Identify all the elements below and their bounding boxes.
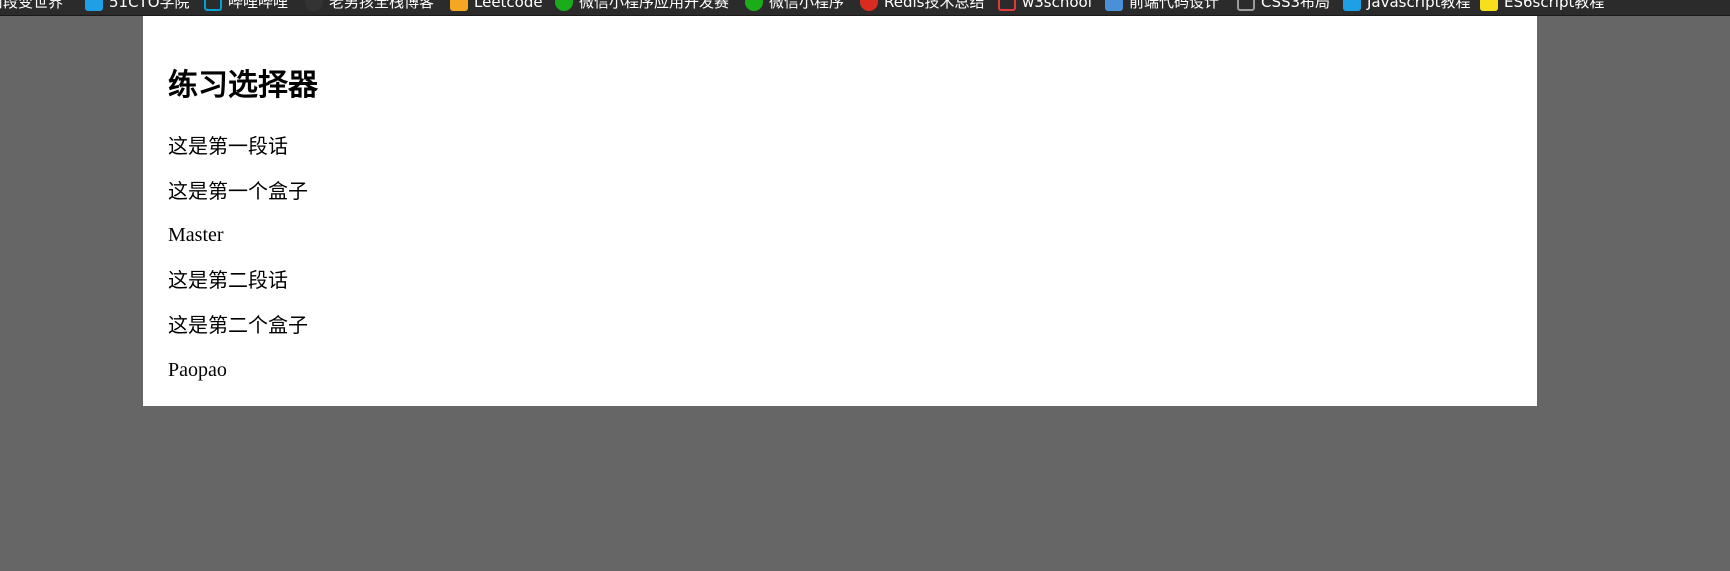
bookmark-redis[interactable]: Redis技术总结	[860, 0, 984, 13]
bookmark-w3school[interactable]: w3school	[998, 0, 1092, 13]
wechat-icon	[745, 0, 763, 11]
redis-icon	[860, 0, 878, 11]
bilibili-icon	[204, 0, 222, 11]
bookmark-label: 前段变世界	[0, 0, 64, 11]
bookmark-label: Leetcode	[474, 0, 543, 11]
bookmark-label: 哔哩哔哩	[228, 0, 289, 11]
paragraph-second: 这是第二段话	[168, 268, 288, 292]
bookmark-label: Javascript教程	[1367, 0, 1471, 11]
bookmark-label: w3school	[1022, 0, 1092, 11]
paragraph-first: 这是第一段话	[168, 134, 288, 158]
bookmark-label: Redis技术总结	[884, 0, 985, 11]
bookmark-wechat-contest[interactable]: 微信小程序应用开发赛	[555, 0, 729, 13]
51cto-icon	[85, 0, 103, 11]
bookmark-javascript-tutorial[interactable]: Javascript教程	[1343, 0, 1470, 13]
bookmark-es6-tutorial[interactable]: ES6script教程	[1480, 0, 1604, 13]
bookmark-wechat-miniprogram[interactable]: 微信小程序	[745, 0, 844, 13]
name-text-paopao: Paopao	[168, 359, 227, 381]
name-text-master: Master	[168, 224, 224, 246]
bookmark-label: ES6script教程	[1504, 0, 1605, 11]
bookmark-51cto[interactable]: 51CTO学院	[85, 0, 190, 13]
w3school-icon	[998, 0, 1016, 11]
box-first: 这是第一个盒子	[168, 179, 308, 203]
bookmark-css3-layout[interactable]: CSS3布局	[1237, 0, 1330, 13]
bookmark-leetcode[interactable]: Leetcode	[450, 0, 543, 13]
bookmark-frontend-design[interactable]: 前端代码设计	[1105, 0, 1219, 13]
bookmark-label: 老男孩全栈博客	[329, 0, 435, 11]
bookmark-laonanhai[interactable]: 老男孩全栈博客	[305, 0, 434, 13]
folder-icon	[1237, 0, 1255, 11]
design-icon	[1105, 0, 1123, 11]
es6-icon	[1480, 0, 1498, 11]
bookmark-label: 前端代码设计	[1129, 0, 1220, 11]
bookmarks-bar: 前段变世界 51CTO学院 哔哩哔哩 老男孩全栈博客 Leetcode 微信小程…	[0, 0, 1730, 16]
bookmark-label: 51CTO学院	[109, 0, 190, 11]
bookmark-label: CSS3布局	[1261, 0, 1331, 11]
js-tutorial-icon	[1343, 0, 1361, 11]
bookmark-label: 微信小程序应用开发赛	[579, 0, 730, 11]
bookmark-bilibili[interactable]: 哔哩哔哩	[204, 0, 288, 13]
page-content: 练习选择器 这是第一段话 这是第一个盒子 Master 这是第二段话 这是第二个…	[143, 16, 1537, 406]
page-title: 练习选择器	[168, 68, 318, 103]
wechat-icon	[555, 0, 573, 11]
box-second: 这是第二个盒子	[168, 313, 308, 337]
bookmark-label: 微信小程序	[769, 0, 845, 11]
bookmark-qianduanbianshijie[interactable]: 前段变世界	[0, 0, 63, 13]
leetcode-icon	[450, 0, 468, 11]
github-icon	[305, 0, 323, 11]
